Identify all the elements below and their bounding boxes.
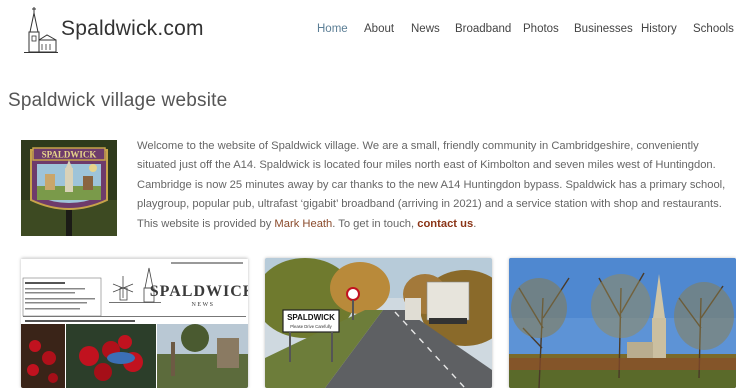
nav-item-history[interactable]: History (641, 23, 677, 35)
road-sign-text: SPALDWICK (287, 313, 335, 322)
nav-item-broadband[interactable]: Broadband (455, 23, 511, 35)
road-sign-card[interactable]: SPALDWICK Please Drive Carefully (265, 258, 492, 388)
page-title: Spaldwick village website (8, 90, 228, 111)
main-nav: Home About News Broadband Photos Busines… (0, 23, 736, 41)
nav-item-news[interactable]: News (411, 23, 440, 35)
village-sign-text: SPALDWICK (42, 150, 97, 160)
nav-item-schools[interactable]: Schools (693, 23, 734, 35)
village-sign-image: SPALDWICK (21, 140, 117, 236)
road-sign-subtext: Please Drive Carefully (290, 324, 332, 329)
nav-item-photos[interactable]: Photos (523, 23, 559, 35)
nav-item-businesses[interactable]: Businesses (574, 23, 633, 35)
newsletter-title: SPALDWICK (150, 283, 248, 300)
site-header: Spaldwick.com Home About News Broadband … (0, 0, 736, 62)
church-card[interactable] (509, 258, 736, 388)
nav-item-about[interactable]: About (364, 23, 394, 35)
nav-item-home[interactable]: Home (317, 23, 348, 35)
intro-end-text: . (473, 217, 477, 230)
newsletter-subtitle: NEWS (192, 302, 215, 308)
author-link[interactable]: Mark Heath (274, 218, 332, 230)
intro-text: Welcome to the website of Spaldwick vill… (137, 140, 726, 230)
contact-link[interactable]: contact us (417, 218, 473, 230)
newsletter-card[interactable]: SPALDWICK NEWS (21, 258, 248, 388)
intro-middle-text: . To get in touch, (332, 217, 418, 230)
intro-paragraph: Welcome to the website of Spaldwick vill… (137, 137, 733, 234)
